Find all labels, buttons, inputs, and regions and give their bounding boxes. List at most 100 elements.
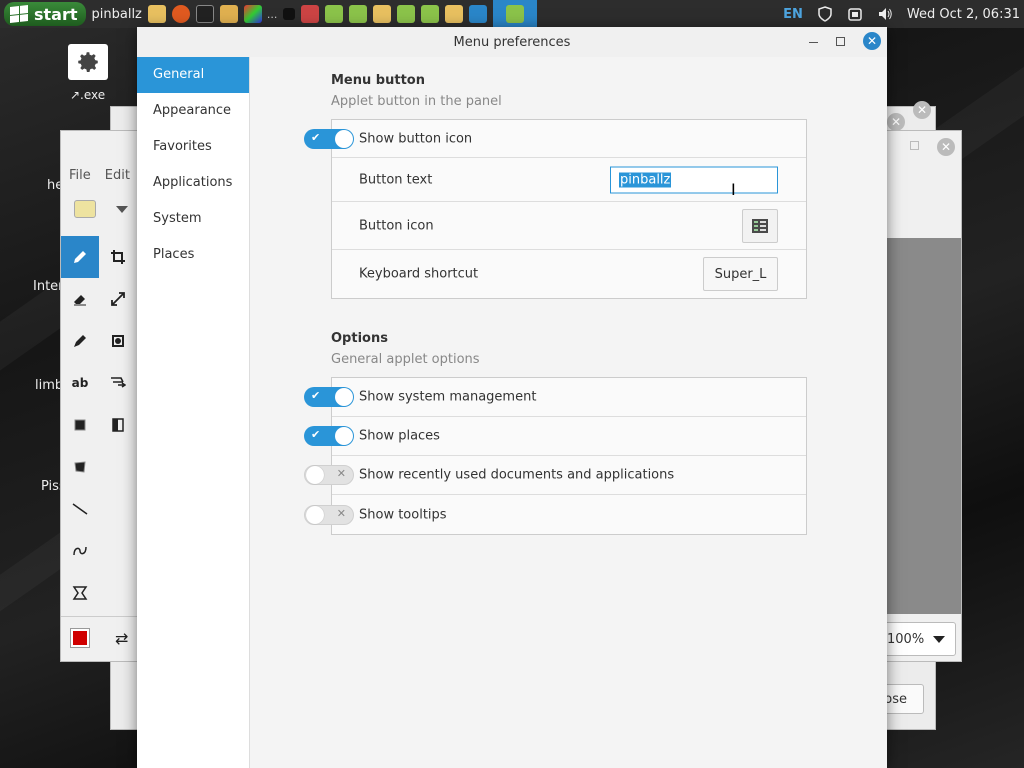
download-icon[interactable] xyxy=(373,5,392,23)
row-label: Button icon xyxy=(359,218,434,233)
menu-file[interactable]: File xyxy=(69,168,91,183)
check-icon: ✔ xyxy=(311,389,321,402)
check-icon: ✔ xyxy=(311,130,321,144)
chevron-down-icon xyxy=(933,635,945,643)
close-icon[interactable]: ✕ xyxy=(887,113,905,131)
folder-icon[interactable] xyxy=(147,5,166,23)
check-icon: ✔ xyxy=(311,428,321,441)
button-icon-picker[interactable] xyxy=(742,208,778,243)
window-controls: ✕ xyxy=(809,32,881,50)
show-button-icon-toggle[interactable]: ✔ xyxy=(304,128,354,149)
row-label: Keyboard shortcut xyxy=(359,266,479,282)
show-system-management-toggle[interactable]: ✔ xyxy=(304,387,354,407)
check-icon[interactable] xyxy=(469,5,488,23)
text-cursor-icon: I xyxy=(731,180,736,199)
eraser-icon[interactable] xyxy=(61,278,99,320)
menu-edit[interactable]: Edit xyxy=(105,168,130,183)
windows-logo-icon xyxy=(10,5,28,23)
close-icon[interactable]: ✕ xyxy=(913,101,931,119)
show-places-toggle[interactable]: ✔ xyxy=(304,426,354,446)
pencil-icon[interactable] xyxy=(61,236,99,278)
sidebar: General Appearance Favorites Application… xyxy=(137,57,250,768)
crop-icon[interactable] xyxy=(99,236,137,278)
firefox-icon[interactable] xyxy=(171,5,190,23)
close-icon: ✕ xyxy=(336,506,346,520)
sidebar-item-places[interactable]: Places xyxy=(137,237,249,273)
active-app[interactable] xyxy=(493,0,538,28)
network-icon[interactable] xyxy=(847,6,863,22)
more-indicator: ... xyxy=(266,7,278,21)
close-icon[interactable]: ✕ xyxy=(863,32,881,50)
button-text-input[interactable]: pinballz xyxy=(610,166,778,193)
settings-row: Show recently used documents and applica… xyxy=(304,456,806,495)
app-dark-icon[interactable] xyxy=(283,8,296,20)
maximize-icon[interactable] xyxy=(836,36,845,46)
desktop-label: limb xyxy=(35,378,64,393)
start-button[interactable]: start xyxy=(4,2,86,26)
section-subtitle: General applet options xyxy=(331,352,480,367)
menu-bar: File Edit xyxy=(69,168,130,183)
app-red-icon[interactable] xyxy=(301,5,320,23)
window-title: Menu preferences xyxy=(453,34,571,50)
gear-icon[interactable] xyxy=(68,44,108,80)
minimize-icon[interactable] xyxy=(809,41,818,43)
gradient-icon[interactable] xyxy=(99,404,137,446)
menu-button-group: Show button icon ✔ Button text pinballz … xyxy=(304,119,807,299)
mint-icon[interactable] xyxy=(421,5,440,23)
sidebar-item-applications[interactable]: Applications xyxy=(137,165,249,201)
language-indicator[interactable]: EN xyxy=(783,7,803,22)
paint-icon[interactable] xyxy=(243,5,262,23)
keyboard-shortcut-button[interactable]: Super_L xyxy=(703,257,778,291)
polygon-icon[interactable] xyxy=(61,572,99,614)
section-title-menu-button: Menu button xyxy=(331,73,425,88)
settings-row: Button icon xyxy=(332,202,806,250)
line-icon[interactable] xyxy=(61,488,99,530)
highlighter-icon[interactable] xyxy=(61,320,99,362)
sidebar-item-favorites[interactable]: Favorites xyxy=(137,129,249,165)
files-icon[interactable] xyxy=(219,5,238,23)
sidebar-item-appearance[interactable]: Appearance xyxy=(137,93,249,129)
toolbox: ab xyxy=(61,236,137,616)
row-label: Show recently used documents and applica… xyxy=(359,467,675,483)
color-bar: ⇄ xyxy=(61,616,137,660)
download-icon[interactable] xyxy=(445,5,464,23)
maximize-icon[interactable] xyxy=(910,141,919,150)
shield-icon[interactable] xyxy=(817,6,833,22)
close-icon[interactable]: ✕ xyxy=(937,138,955,156)
volume-icon[interactable] xyxy=(877,6,893,22)
chevron-down-icon[interactable] xyxy=(116,206,128,213)
mint-icon xyxy=(506,5,525,23)
section-subtitle: Applet button in the panel xyxy=(331,94,502,109)
palette-icon[interactable] xyxy=(74,200,96,218)
rectangle-icon[interactable] xyxy=(61,404,99,446)
clock[interactable]: Wed Oct 2, 06:31 xyxy=(907,7,1020,22)
settings-row: Show places ✔ xyxy=(304,417,806,456)
primary-color-swatch[interactable] xyxy=(70,628,90,648)
mint-icon[interactable] xyxy=(397,5,416,23)
row-label: Show tooltips xyxy=(359,507,447,522)
skew-icon[interactable] xyxy=(99,362,137,404)
mint-icon[interactable] xyxy=(349,5,368,23)
system-tray: EN Wed Oct 2, 06:31 xyxy=(783,0,1020,28)
desktop-icon-label: ↗.exe xyxy=(70,88,106,102)
zoom-value: 100% xyxy=(887,631,925,647)
rotate-icon[interactable] xyxy=(99,320,137,362)
title-bar[interactable]: Menu preferences ✕ xyxy=(137,27,887,57)
curve-icon[interactable] xyxy=(61,530,99,572)
sidebar-item-system[interactable]: System xyxy=(137,201,249,237)
settings-row: Keyboard shortcut Super_L xyxy=(332,250,806,298)
row-label: Show places xyxy=(359,428,440,444)
free-shape-icon[interactable] xyxy=(61,446,99,488)
settings-row: Show button icon ✔ xyxy=(304,120,806,158)
menu-preferences-dialog: Menu preferences ✕ General Appearance Fa… xyxy=(137,27,887,768)
mint-icon[interactable] xyxy=(325,5,344,23)
text-icon[interactable]: ab xyxy=(61,362,99,404)
terminal-icon[interactable] xyxy=(195,5,214,23)
sidebar-item-general[interactable]: General xyxy=(137,57,249,93)
show-tooltips-toggle[interactable]: ✕ xyxy=(304,504,354,525)
swap-colors-icon[interactable]: ⇄ xyxy=(115,629,128,648)
row-label: Show system management xyxy=(359,389,537,405)
options-group: Show system management ✔ Show places ✔ S… xyxy=(304,377,807,535)
scale-icon[interactable] xyxy=(99,278,137,320)
show-recent-documents-toggle[interactable]: ✕ xyxy=(304,465,354,485)
